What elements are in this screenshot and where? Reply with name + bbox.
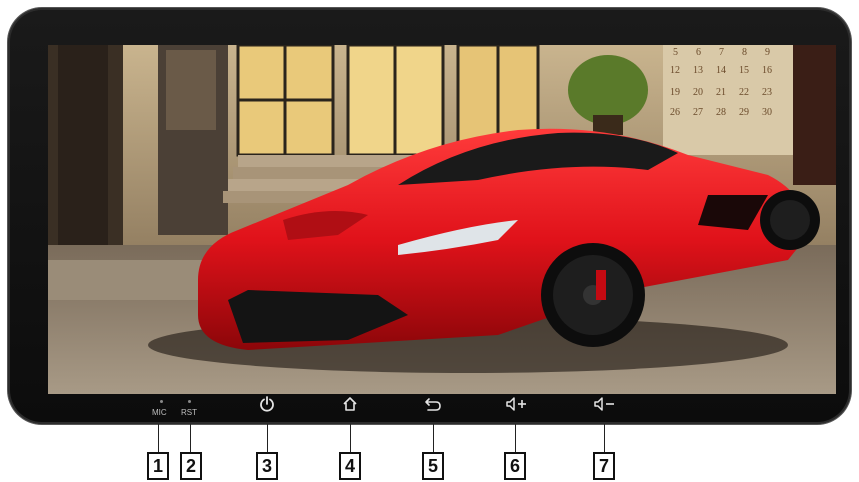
svg-text:9: 9 — [765, 47, 770, 58]
svg-text:27: 27 — [693, 107, 703, 118]
mic-hole — [160, 400, 163, 403]
volume-up-icon — [506, 397, 526, 411]
reset-hole[interactable] — [188, 400, 191, 403]
callout-line-3 — [267, 424, 268, 452]
svg-text:12: 12 — [670, 65, 680, 76]
callout-line-5 — [433, 424, 434, 452]
svg-text:6: 6 — [696, 47, 701, 58]
display-screen[interactable]: 5 6 7 8 9 12 13 14 15 16 19 20 21 22 23 26 27 28 29 30 — [48, 45, 836, 394]
back-button[interactable] — [423, 395, 441, 413]
volume-down-button[interactable] — [593, 395, 617, 413]
svg-text:20: 20 — [693, 87, 703, 98]
svg-text:16: 16 — [762, 65, 772, 76]
power-icon — [260, 396, 274, 412]
callout-line-1 — [158, 424, 159, 452]
svg-text:19: 19 — [670, 87, 680, 98]
callout-line-2 — [190, 424, 191, 452]
svg-text:15: 15 — [739, 65, 749, 76]
callout-3: 3 — [256, 452, 278, 480]
callout-line-4 — [350, 424, 351, 452]
svg-text:21: 21 — [716, 87, 726, 98]
svg-text:7: 7 — [719, 47, 724, 58]
svg-text:28: 28 — [716, 107, 726, 118]
volume-down-icon — [594, 397, 614, 411]
svg-text:5: 5 — [673, 47, 678, 58]
svg-text:26: 26 — [670, 107, 680, 118]
svg-text:22: 22 — [739, 87, 749, 98]
power-button[interactable] — [258, 395, 276, 413]
callout-line-7 — [604, 424, 605, 452]
svg-text:13: 13 — [693, 65, 703, 76]
callout-4: 4 — [339, 452, 361, 480]
svg-text:14: 14 — [716, 65, 726, 76]
svg-text:29: 29 — [739, 107, 749, 118]
svg-text:30: 30 — [762, 107, 772, 118]
callout-1: 1 — [147, 452, 169, 480]
home-button[interactable] — [341, 395, 359, 413]
wallpaper-image: 5 6 7 8 9 12 13 14 15 16 19 20 21 22 23 26 27 28 29 30 — [48, 45, 836, 394]
callout-line-6 — [515, 424, 516, 452]
callout-5: 5 — [422, 452, 444, 480]
svg-text:8: 8 — [742, 47, 747, 58]
callout-6: 6 — [504, 452, 526, 480]
volume-up-button[interactable] — [505, 395, 529, 413]
rst-label: RST — [181, 408, 197, 417]
head-unit-device: 5 6 7 8 9 12 13 14 15 16 19 20 21 22 23 26 27 28 29 30 — [8, 8, 851, 424]
callout-2: 2 — [180, 452, 202, 480]
callout-7: 7 — [593, 452, 615, 480]
home-icon — [343, 397, 357, 411]
back-icon — [425, 398, 441, 411]
mic-label: MIC — [152, 408, 167, 417]
svg-text:23: 23 — [762, 87, 772, 98]
